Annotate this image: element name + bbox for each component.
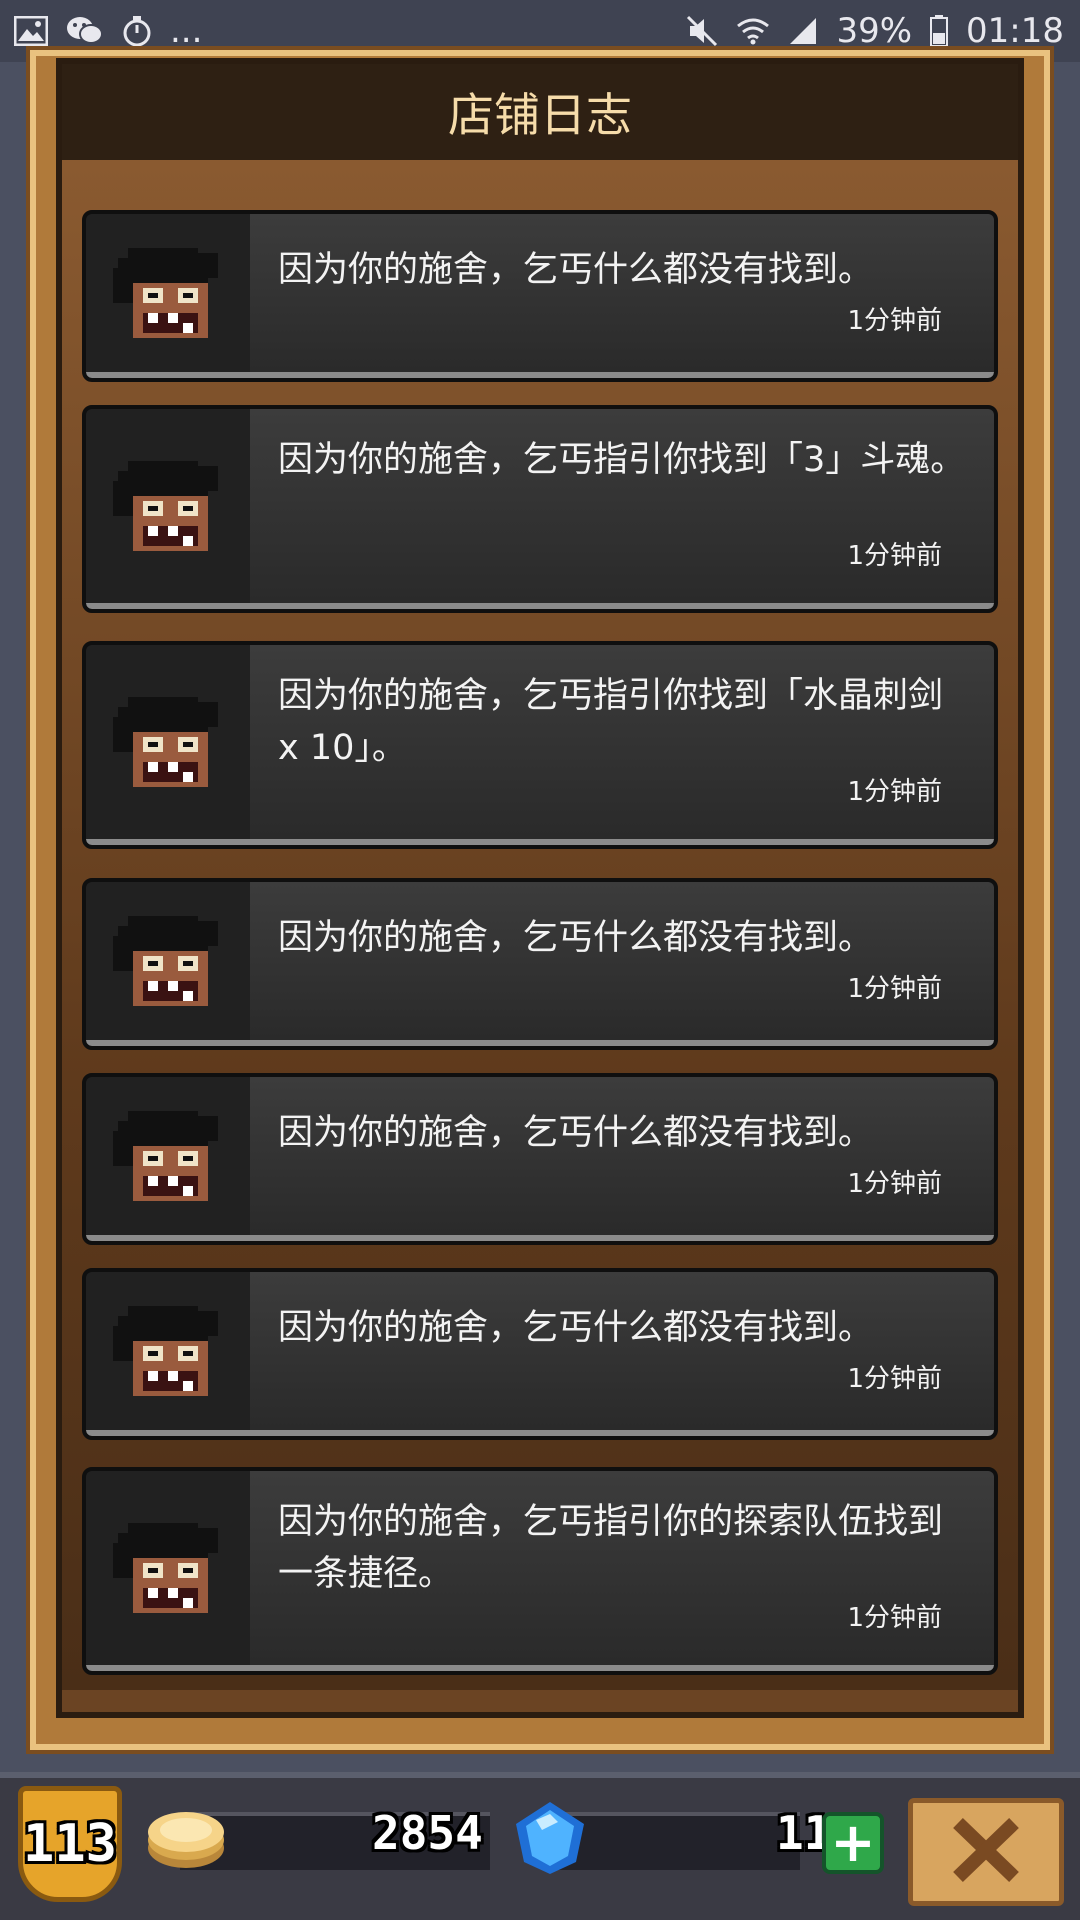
- battery-icon: [930, 15, 949, 47]
- entry-time: 1分钟前: [847, 306, 942, 336]
- log-entry: 因为你的施舍，乞丐什么都没有找到。 1分钟前: [82, 878, 998, 1050]
- entry-time: 1分钟前: [847, 974, 942, 1004]
- status-left: ...: [14, 11, 202, 51]
- entry-message: 因为你的施舍，乞丐什么都没有找到。: [278, 1308, 874, 1348]
- battery-percent: 39%: [836, 11, 913, 51]
- entry-body: 因为你的施舍，乞丐指引你找到「3」斗魂。 1分钟前: [250, 409, 994, 603]
- coin-icon: [146, 1808, 226, 1876]
- beggar-avatar: [86, 409, 250, 603]
- entry-body: 因为你的施舍，乞丐什么都没有找到。 1分钟前: [250, 214, 994, 372]
- panel-title: 店铺日志: [62, 64, 1018, 160]
- entry-body: 因为你的施舍，乞丐什么都没有找到。 1分钟前: [250, 1077, 994, 1235]
- log-entry: 因为你的施舍，乞丐什么都没有找到。 1分钟前: [82, 1268, 998, 1440]
- log-entry: 因为你的施舍，乞丐什么都没有找到。 1分钟前: [82, 1073, 998, 1245]
- log-entry: 因为你的施舍，乞丐什么都没有找到。 1分钟前: [82, 210, 998, 382]
- level-badge[interactable]: 113: [18, 1786, 122, 1902]
- entry-message: 因为你的施舍，乞丐什么都没有找到。: [278, 918, 874, 958]
- entry-body: 因为你的施舍，乞丐什么都没有找到。 1分钟前: [250, 882, 994, 1040]
- entry-time: 1分钟前: [847, 1364, 942, 1394]
- level-value: 113: [23, 1814, 117, 1874]
- mute-icon: [686, 15, 718, 47]
- coin-count: 2854: [372, 1806, 483, 1860]
- entry-message: 因为你的施舍，乞丐指引你找到「3」斗魂。: [278, 440, 966, 480]
- status-right: 39% 01:18: [686, 11, 1064, 51]
- entry-message: 因为你的施舍，乞丐指引你的探索队伍找到一条捷径。: [278, 1502, 944, 1594]
- log-entry: 因为你的施舍，乞丐指引你的探索队伍找到一条捷径。 1分钟前: [82, 1467, 998, 1675]
- entry-message: 因为你的施舍，乞丐什么都没有找到。: [278, 1113, 874, 1153]
- entry-message: 因为你的施舍，乞丐指引你找到「水晶刺剑 x 10」。: [278, 676, 944, 768]
- close-icon: [946, 1815, 1026, 1889]
- close-button[interactable]: [908, 1798, 1064, 1906]
- beggar-avatar: [86, 1077, 250, 1235]
- entry-time: 1分钟前: [847, 777, 942, 807]
- gem-icon: [512, 1800, 588, 1880]
- entry-message: 因为你的施舍，乞丐什么都没有找到。: [278, 250, 874, 290]
- entry-body: 因为你的施舍，乞丐什么都没有找到。 1分钟前: [250, 1272, 994, 1430]
- status-more: ...: [170, 11, 203, 51]
- log-entry: 因为你的施舍，乞丐指引你找到「水晶刺剑 x 10」。 1分钟前: [82, 641, 998, 849]
- log-entry: 因为你的施舍，乞丐指引你找到「3」斗魂。 1分钟前: [82, 405, 998, 613]
- signal-icon: [788, 16, 818, 46]
- beggar-avatar: [86, 1272, 250, 1430]
- add-gems-button[interactable]: +: [822, 1812, 884, 1874]
- entry-time: 1分钟前: [847, 1169, 942, 1199]
- clock: 01:18: [966, 11, 1064, 51]
- plus-label: +: [830, 1811, 876, 1874]
- image-icon: [14, 16, 48, 46]
- wechat-icon: [66, 15, 104, 47]
- entry-body: 因为你的施舍，乞丐指引你的探索队伍找到一条捷径。 1分钟前: [250, 1471, 994, 1665]
- beggar-avatar: [86, 882, 250, 1040]
- beggar-avatar: [86, 1471, 250, 1665]
- wifi-icon: [736, 17, 770, 45]
- beggar-avatar: [86, 645, 250, 839]
- entry-time: 1分钟前: [847, 1603, 942, 1633]
- entry-time: 1分钟前: [847, 541, 942, 571]
- beggar-avatar: [86, 214, 250, 372]
- entry-body: 因为你的施舍，乞丐指引你找到「水晶刺剑 x 10」。 1分钟前: [250, 645, 994, 839]
- timer-icon: [122, 15, 152, 47]
